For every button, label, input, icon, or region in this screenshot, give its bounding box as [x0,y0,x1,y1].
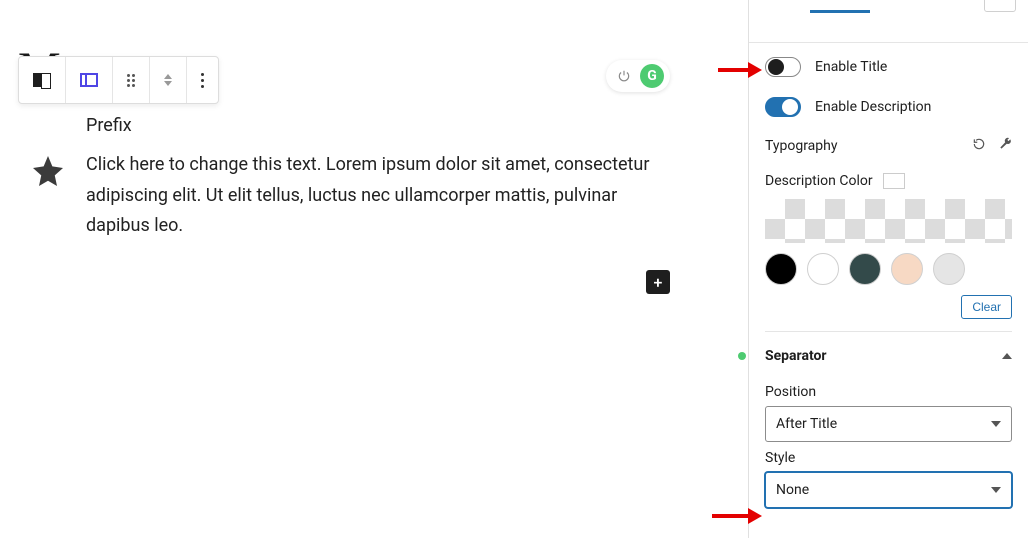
grammarly-button[interactable]: G [640,64,664,88]
chevron-up-icon [1002,353,1012,359]
chevron-down-icon [991,421,1001,427]
enable-title-label: Enable Title [815,59,887,75]
enable-title-row: Enable Title [765,57,1012,77]
typography-label: Typography [765,138,837,154]
block-type-icon [33,73,51,87]
style-value: None [776,482,809,498]
typography-row: Typography [765,137,1012,155]
enable-title-toggle[interactable] [765,57,801,77]
prefix-text[interactable]: Prefix [86,115,670,136]
block-type-button[interactable] [19,57,66,103]
swatch-grey[interactable] [933,253,965,285]
chevron-down-icon [991,487,1001,493]
wrench-icon [998,137,1012,151]
block-toolbar [18,56,219,104]
separator-title: Separator [765,348,827,364]
canvas-status-pill: G [606,60,670,92]
swatch-teal[interactable] [849,253,881,285]
swatch-peach[interactable] [891,253,923,285]
color-swatches [765,253,1012,285]
style-select[interactable]: None [765,472,1012,508]
description-color-label: Description Color [765,173,873,189]
star-icon [30,153,66,189]
drag-icon [127,74,135,87]
enable-description-toggle[interactable] [765,97,801,117]
reset-icon [972,137,986,151]
swatch-black[interactable] [765,253,797,285]
description-text[interactable]: Click here to change this text. Lorem ip… [86,150,670,242]
more-icon [201,73,204,88]
transparent-swatch[interactable] [765,199,1012,243]
updown-icon [164,74,172,86]
description-color-row: Description Color [765,173,1012,189]
power-icon [617,69,631,83]
style-label: Style [765,450,1012,466]
editor-canvas: M t G [0,0,748,538]
block-text-wrapper: Prefix Click here to change this text. L… [86,115,670,242]
more-options-button[interactable] [187,57,218,103]
color-preview[interactable] [883,173,905,189]
annotation-arrow-1 [718,62,762,78]
annotation-arrow-2 [712,508,762,524]
enable-description-row: Enable Description [765,97,1012,117]
enable-description-label: Enable Description [815,99,931,115]
reset-typography-button[interactable] [972,137,986,155]
settings-sidebar: Enable Title Enable Description Typograp… [749,0,1028,538]
position-label: Position [765,384,1012,400]
clear-color-button[interactable]: Clear [961,295,1012,319]
drag-handle[interactable] [113,57,150,103]
power-button[interactable] [612,64,636,88]
typography-settings-button[interactable] [998,137,1012,155]
layout-button[interactable] [66,57,113,103]
swatch-white[interactable] [807,253,839,285]
separator-section-header[interactable]: Separator [765,331,1012,376]
add-block-button[interactable]: + [646,270,670,294]
move-updown-button[interactable] [150,57,187,103]
position-select[interactable]: After Title [765,406,1012,442]
status-dot [738,352,746,360]
info-box-block[interactable]: Prefix Click here to change this text. L… [30,115,670,242]
layout-icon [80,73,98,87]
position-value: After Title [776,416,837,432]
